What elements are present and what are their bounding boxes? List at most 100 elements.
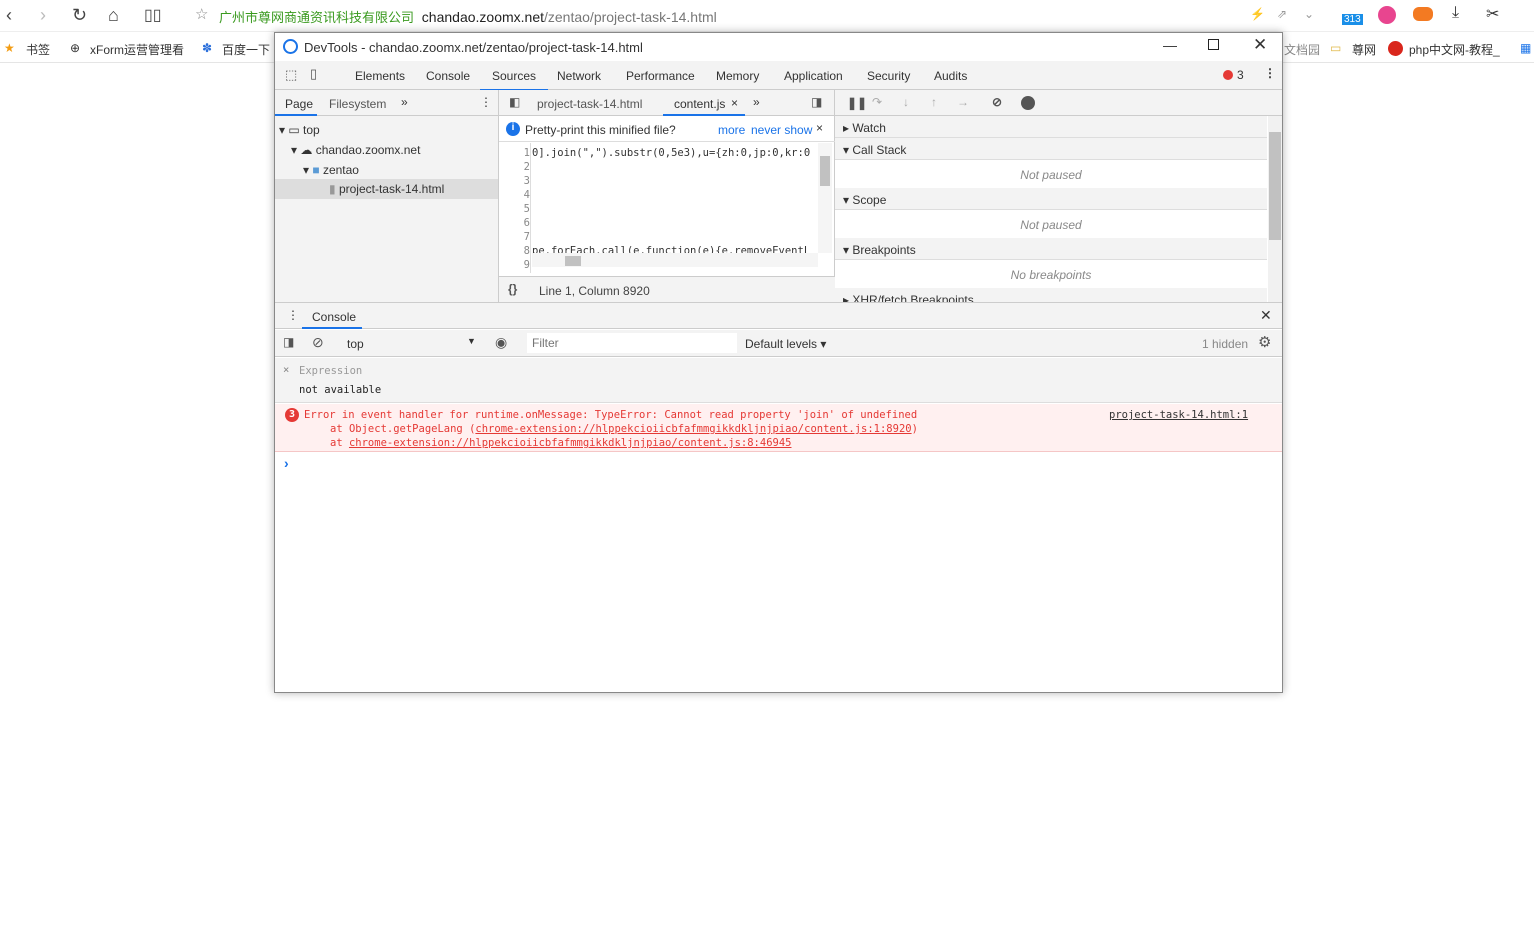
tab-application[interactable]: Application [784,69,843,83]
console-prompt[interactable]: › [284,455,289,471]
share-icon[interactable]: ⇗ [1277,7,1287,21]
apps-icon[interactable]: ▦ [1520,41,1531,55]
close-infobar-icon[interactable]: × [816,121,823,135]
stack-link[interactable]: chrome-extension://hlppekcioiicbfafmmgik… [349,437,792,449]
never-show-link[interactable]: never show [751,123,812,137]
reader-icon[interactable]: ▯▯ [144,5,162,25]
tree-item-domain[interactable]: ▾ ☁ chandao.zoomx.net [291,143,420,157]
callstack-section[interactable]: ▾ Call Stack [835,138,1267,160]
breakpoints-section[interactable]: ▾ Breakpoints [835,238,1267,260]
pause-on-exceptions-icon[interactable] [1021,96,1035,110]
globe-icon: ⊕ [70,41,81,55]
bookmark[interactable]: 文档园 [1284,41,1320,58]
hidden-count: 1 hidden [1202,337,1249,351]
tab-performance[interactable]: Performance [626,69,695,83]
drawer-tab-console[interactable]: Console [312,310,356,324]
levels-dropdown[interactable]: Default levels ▾ [745,337,826,351]
more-tabs-icon[interactable]: » [401,95,408,109]
eye-icon[interactable]: ◉ [495,334,507,351]
vertical-scrollbar[interactable] [818,143,832,253]
more-link[interactable]: more [718,123,745,137]
window-title: DevTools - chandao.zoomx.net/zentao/proj… [304,40,643,55]
stack-link[interactable]: chrome-extension://hlppekcioiicbfafmmgik… [475,423,911,435]
tab-console[interactable]: Console [426,69,470,83]
chevron-down-icon[interactable]: ▼ [467,336,476,346]
gear-icon[interactable]: ⚙ [1258,333,1271,351]
bookmark[interactable]: 书签 [26,41,50,58]
error-icon [1223,70,1233,80]
deactivate-breakpoints-icon[interactable]: ⊘ [992,95,1002,109]
step-out-icon[interactable]: ↑ [931,95,937,109]
pretty-print-button[interactable]: {} [508,282,517,296]
close-tab-icon[interactable]: × [731,96,738,110]
code-area[interactable]: 1 2 3 4 5 6 7 8 9 0].join(",").substr(0,… [499,143,835,273]
remove-expression-icon[interactable]: × [283,364,289,376]
inspect-icon[interactable]: ⬚ [285,67,297,83]
sidebar-toggle-icon[interactable]: ◨ [283,335,294,349]
prettyprint-infobar: i Pretty-print this minified file? more … [499,116,835,142]
toggle-debugger-icon[interactable]: ◨ [811,95,822,109]
more-tabs-icon[interactable]: » [753,95,760,109]
close-button[interactable]: ✕ [1253,35,1267,55]
step-into-icon[interactable]: ↓ [903,95,909,109]
tab-filesystem[interactable]: Filesystem [329,97,386,111]
folder-icon: ▭ [1330,41,1342,55]
tree-item-file[interactable]: ▮ project-task-14.html [329,182,444,196]
bookmark[interactable]: php中文网-教程_ [1409,41,1500,58]
filter-input[interactable] [527,333,737,353]
bag-icon[interactable] [1378,6,1396,24]
debugger-scrollbar[interactable] [1268,116,1282,302]
tree-item-top[interactable]: ▾ ▭ top [279,123,320,137]
drawer-menu-icon[interactable]: ⋮ [287,308,299,322]
star-icon[interactable]: ☆ [195,5,208,23]
xhr-breakpoints-section[interactable]: ▸ XHR/fetch Breakpoints [835,288,1267,302]
tab-audits[interactable]: Audits [934,69,967,83]
devtools-main-tabs: ⬚ ▯ Elements Console Sources Network Per… [275,61,1282,91]
context-select[interactable]: top [347,337,364,351]
toggle-navigator-icon[interactable]: ◧ [509,95,520,109]
menu-icon[interactable]: ⋮ [480,95,492,109]
more-menu-icon[interactable]: ⋮ [1264,66,1276,80]
device-toggle-icon[interactable]: ▯ [310,66,317,82]
scope-section[interactable]: ▾ Scope [835,188,1267,210]
tab-sources[interactable]: Sources [479,69,549,91]
bookmark[interactable]: 尊网 [1352,41,1376,58]
extension-badge[interactable]: 313 [1342,14,1363,25]
editor-tab[interactable]: project-task-14.html [537,97,642,111]
debugger-pane: ❚❚ ↷ ↓ ↑ → ⊘ ▸ Watch ▾ Call Stack Not pa… [835,90,1282,302]
step-icon[interactable]: → [957,95,969,109]
error-source-link[interactable]: project-task-14.html:1 [1109,409,1248,421]
tree-item-folder[interactable]: ▾ ■ zentao [303,163,359,177]
back-icon[interactable]: ‹ [6,5,12,26]
bookmark[interactable]: 百度一下 [222,41,270,58]
reload-icon[interactable]: ↻ [72,5,87,26]
maximize-button[interactable] [1208,39,1219,50]
tab-page[interactable]: Page [285,97,313,111]
live-expression: × Expression not available [275,358,1282,403]
game-icon[interactable] [1413,7,1433,21]
flash-icon[interactable]: ⚡ [1250,7,1265,21]
scissors-icon[interactable]: ✂ [1486,4,1499,24]
bookmark[interactable]: xForm运营管理看 [90,41,184,58]
tab-security[interactable]: Security [867,69,910,83]
tab-memory[interactable]: Memory [716,69,759,83]
download-icon[interactable]: ⤓ [1452,4,1459,22]
clear-console-icon[interactable]: ⊘ [312,334,324,351]
php-icon [1388,41,1403,56]
tab-network[interactable]: Network [557,69,601,83]
close-drawer-icon[interactable]: ✕ [1260,307,1272,324]
editor-tab-active[interactable]: content.js [674,97,725,111]
home-icon[interactable]: ⌂ [108,5,119,26]
minimize-button[interactable]: — [1163,37,1177,53]
step-over-icon[interactable]: ↷ [872,95,882,109]
error-count[interactable]: 3 [1237,68,1244,82]
console-error-message: 3 Error in event handler for runtime.onM… [275,404,1282,452]
address-bar[interactable]: 广州市尊网商通资讯科技有限公司 chandao.zoomx.net/zentao… [219,7,717,26]
forward-icon[interactable]: › [40,5,46,26]
console-drawer: ⋮ Console ✕ ◨ ⊘ top ▼ ◉ Default levels ▾… [275,302,1282,692]
tab-elements[interactable]: Elements [355,69,405,83]
watch-section[interactable]: ▸ Watch [835,116,1267,138]
horizontal-scrollbar[interactable] [532,253,818,267]
pause-icon[interactable]: ❚❚ [847,96,867,110]
chevron-down-icon[interactable]: ⌄ [1304,7,1314,21]
